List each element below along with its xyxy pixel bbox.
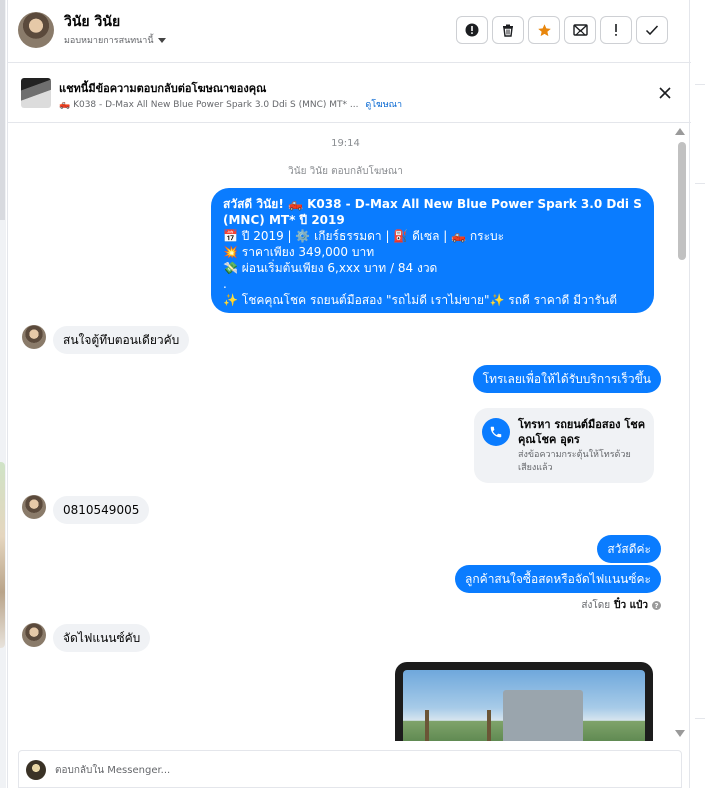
message-timestamp: 19:14 — [331, 138, 360, 149]
alert-circle-icon — [465, 23, 479, 37]
avatar[interactable] — [18, 12, 54, 48]
follow-up-button[interactable] — [600, 16, 632, 44]
outgoing-message[interactable]: ลูกค้าสนใจซื้อสดหรือจัดไฟแนนซ์คะ — [455, 565, 661, 593]
sent-by-label: ส่งโดย ปิ๋ว แป๋ว ? — [581, 598, 661, 613]
ad-message-line: . — [223, 277, 227, 291]
mark-done-button[interactable] — [636, 16, 668, 44]
close-icon[interactable] — [657, 85, 673, 101]
header-actions — [456, 16, 668, 44]
ad-message-line: 📅 ปี 2019 | ⚙️ เกียร์ธรรมดา | ⛽ ดีเซล | … — [223, 229, 505, 243]
ad-reply-note: วินัย วินัย ตอบกลับโฆษณา — [288, 166, 403, 177]
trash-icon — [503, 24, 513, 37]
assign-label: มอบหมายการสนทนานี้ — [64, 36, 154, 46]
left-pane-photo-edge — [0, 462, 5, 648]
ad-message-line: 💸 ผ่อนเริ่มต้นเพียง 6,xxx บาท / 84 งวด — [223, 261, 438, 275]
banner-ad-text: 🛻 K038 - D-Max All New Blue Power Spark … — [59, 97, 402, 111]
check-icon — [645, 25, 659, 36]
phone-icon — [482, 418, 510, 446]
conversation-header: วินัย วินัย มอบหมายการสนทนานี้ — [8, 0, 691, 63]
call-cta-card[interactable]: โทรหา รถยนต์มือสอง โชคคุณโชค อุดร ส่งข้อ… — [474, 408, 654, 483]
mail-x-icon — [572, 24, 588, 36]
contact-avatar — [22, 325, 46, 349]
reply-composer — [18, 750, 682, 788]
reply-input[interactable] — [55, 761, 655, 779]
palm-tree-shape — [425, 710, 429, 741]
delete-button[interactable] — [492, 16, 524, 44]
palm-tree-shape — [487, 710, 491, 741]
incoming-message[interactable]: 0810549005 — [53, 496, 150, 524]
left-pane-edge — [0, 0, 6, 788]
exclamation-icon — [615, 24, 617, 36]
left-pane-scrollbar[interactable] — [0, 0, 5, 220]
message-thread: 19:14 วินัย วินัย ตอบกลับโฆษณา สวัสดี วิ… — [8, 124, 691, 741]
assign-conversation-dropdown[interactable]: มอบหมายการสนทนานี้ — [64, 33, 166, 47]
outgoing-message[interactable]: สวัสดีค่ะ — [597, 535, 661, 563]
incoming-message[interactable]: จัดไฟแนนซ์คับ — [53, 624, 151, 652]
truck-photo — [403, 670, 645, 741]
ad-thumbnail — [21, 78, 51, 108]
ad-reply-banner: แชทนี้มีข้อความตอบกลับต่อโฆษณาของคุณ 🛻 K… — [8, 63, 691, 123]
contact-avatar — [22, 623, 46, 647]
incoming-message[interactable]: สนใจตู้ทึบตอนเดียวคับ — [53, 326, 190, 354]
caret-down-icon — [157, 37, 166, 43]
mark-unread-button[interactable] — [564, 16, 596, 44]
star-button[interactable] — [528, 16, 560, 44]
right-pane-edge — [689, 0, 705, 788]
help-icon[interactable]: ? — [652, 601, 661, 610]
star-icon — [537, 23, 551, 36]
sent-by-prefix: ส่งโดย — [581, 600, 611, 611]
ad-text: 🛻 K038 - D-Max All New Blue Power Spark … — [59, 100, 359, 110]
outgoing-message[interactable]: โทรเลยเพื่อให้ได้รับบริการเร็วขึ้น — [472, 365, 661, 393]
call-card-subtitle: ส่งข้อความกระตุ้นให้โทรด้วยเสียงแล้ว — [518, 450, 631, 473]
contact-avatar — [22, 495, 46, 519]
banner-title: แชทนี้มีข้อความตอบกลับต่อโฆษณาของคุณ — [59, 82, 267, 95]
ad-message-line: ✨ โชคคุณโชค รถยนต์มือสอง "รถไม่ดี เราไม่… — [223, 293, 617, 307]
ad-message-bubble[interactable]: สวัสดี วินัย! 🛻 K038 - D-Max All New Blu… — [211, 188, 654, 313]
ad-message-line: สวัสดี วินัย! 🛻 K038 - D-Max All New Blu… — [223, 197, 642, 227]
page-avatar — [26, 760, 46, 780]
sender-name[interactable]: ปิ๋ว แป๋ว — [614, 598, 648, 613]
image-message[interactable] — [395, 662, 653, 741]
contact-name[interactable]: วินัย วินัย — [64, 11, 120, 33]
view-ad-link[interactable]: ดูโฆษณา — [365, 100, 402, 110]
call-card-title: โทรหา รถยนต์มือสอง โชคคุณโชค อุดร — [518, 418, 646, 446]
ad-message-line: 💥 ราคาเพียง 349,000 บาท — [223, 245, 375, 259]
mark-spam-button[interactable] — [456, 16, 488, 44]
conversation-panel: วินัย วินัย มอบหมายการสนทนานี้ แชทนี้มีข… — [7, 0, 691, 788]
truck-shape — [503, 690, 583, 741]
